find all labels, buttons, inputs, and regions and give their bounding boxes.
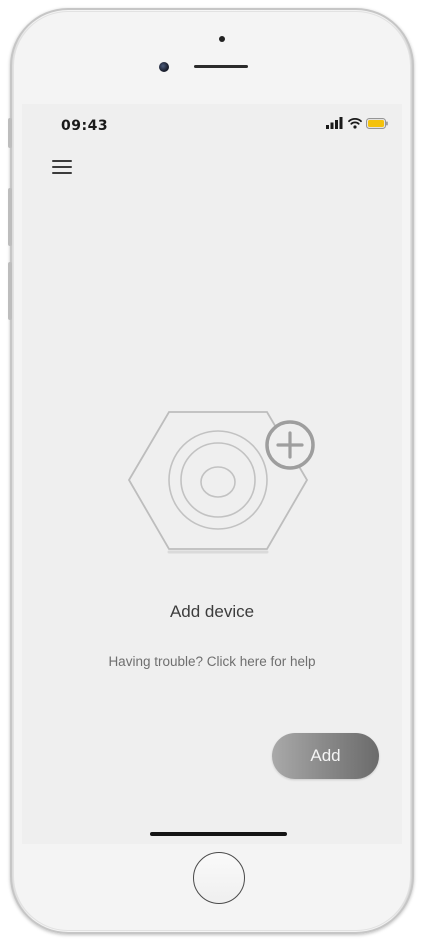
add-device-button[interactable]: Add bbox=[272, 733, 379, 779]
help-link[interactable]: Having trouble? Click here for help bbox=[22, 654, 402, 669]
front-camera bbox=[159, 62, 169, 72]
status-time: 09:43 bbox=[61, 118, 109, 134]
mute-switch bbox=[8, 118, 12, 148]
home-indicator[interactable] bbox=[150, 832, 287, 836]
status-icons bbox=[326, 115, 388, 131]
empty-state-title: Add device bbox=[169, 602, 255, 621]
cellular-signal-icon bbox=[326, 117, 343, 129]
earpiece-speaker bbox=[194, 65, 248, 68]
proximity-sensor bbox=[219, 36, 225, 42]
hamburger-menu-icon[interactable] bbox=[52, 158, 72, 176]
battery-icon bbox=[366, 117, 388, 129]
volume-up-button bbox=[8, 188, 12, 246]
volume-down-button bbox=[8, 262, 12, 320]
app-screen: 09:43 Add device Having trouble? Click h… bbox=[22, 104, 402, 844]
battery-level-fill bbox=[368, 119, 384, 127]
wifi-icon bbox=[348, 118, 362, 129]
hex-device-add-icon bbox=[127, 411, 315, 554]
home-button[interactable] bbox=[193, 852, 245, 904]
